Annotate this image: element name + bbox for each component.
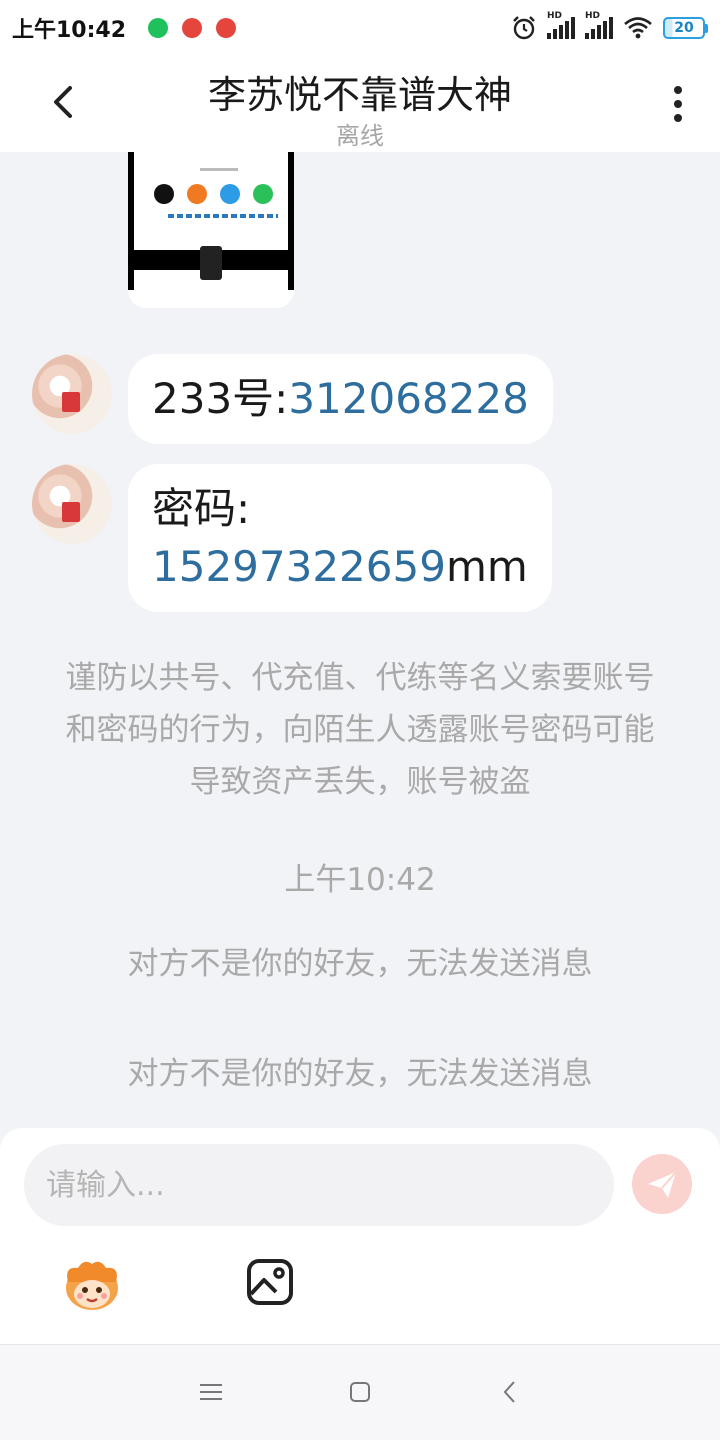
security-warning: 谨防以共号、代充值、代练等名义索要账号和密码的行为，向陌生人透露账号密码可能导致… <box>65 660 655 800</box>
status-indicators: HD HD 20 <box>511 11 708 41</box>
message-input[interactable] <box>24 1144 614 1226</box>
back-icon[interactable] <box>496 1377 526 1407</box>
emoji-icon[interactable] <box>60 1256 124 1314</box>
app-notification-icon <box>182 18 203 38</box>
chat-title: 李苏悦不靠谱大神 <box>207 73 512 117</box>
download-icon[interactable] <box>200 246 222 280</box>
message-timestamp: 上午10:42 <box>284 862 436 898</box>
not-friend-notice: 对方不是你的好友，无法发送消息 <box>127 1056 593 1092</box>
wifi-icon <box>624 17 652 39</box>
wechat-notification-icon <box>148 18 169 38</box>
shared-image-message[interactable] <box>128 152 294 308</box>
avatar[interactable] <box>32 354 112 434</box>
send-icon[interactable] <box>632 1154 692 1214</box>
system-nav-bar <box>0 1344 720 1440</box>
account-number-link[interactable]: 312068228 <box>288 374 529 423</box>
notification-icons <box>148 18 237 38</box>
image-icon[interactable] <box>246 1258 294 1306</box>
password-number-link[interactable]: 15297322659 <box>152 542 446 591</box>
battery-icon: 20 <box>663 17 708 39</box>
menu-icon[interactable] <box>196 1377 226 1407</box>
status-time: 上午10:42 <box>12 18 127 43</box>
signal-icon: HD <box>547 11 575 39</box>
message-composer <box>0 1128 720 1344</box>
more-vertical-icon[interactable] <box>672 84 684 124</box>
not-friend-notice: 对方不是你的好友，无法发送消息 <box>127 946 593 982</box>
signal-icon: HD <box>585 11 613 39</box>
message-list[interactable]: 233号:312068228 密码: 15297322659mm 谨防以共号、代… <box>0 152 720 1130</box>
battery-level: 20 <box>663 17 705 39</box>
message-row: 233号:312068228 <box>32 354 553 444</box>
chat-header: 李苏悦不靠谱大神 离线 <box>0 56 720 152</box>
message-bubble[interactable]: 密码: 15297322659mm <box>128 464 552 612</box>
avatar[interactable] <box>32 464 112 544</box>
alarm-icon <box>513 16 535 40</box>
message-row: 密码: 15297322659mm <box>32 464 552 612</box>
home-icon[interactable] <box>345 1377 375 1407</box>
message-bubble[interactable]: 233号:312068228 <box>128 354 553 444</box>
app-notification-icon <box>216 18 237 38</box>
status-bar: 上午10:42 HD HD 20 <box>0 0 720 56</box>
contact-status: 离线 <box>336 122 384 150</box>
